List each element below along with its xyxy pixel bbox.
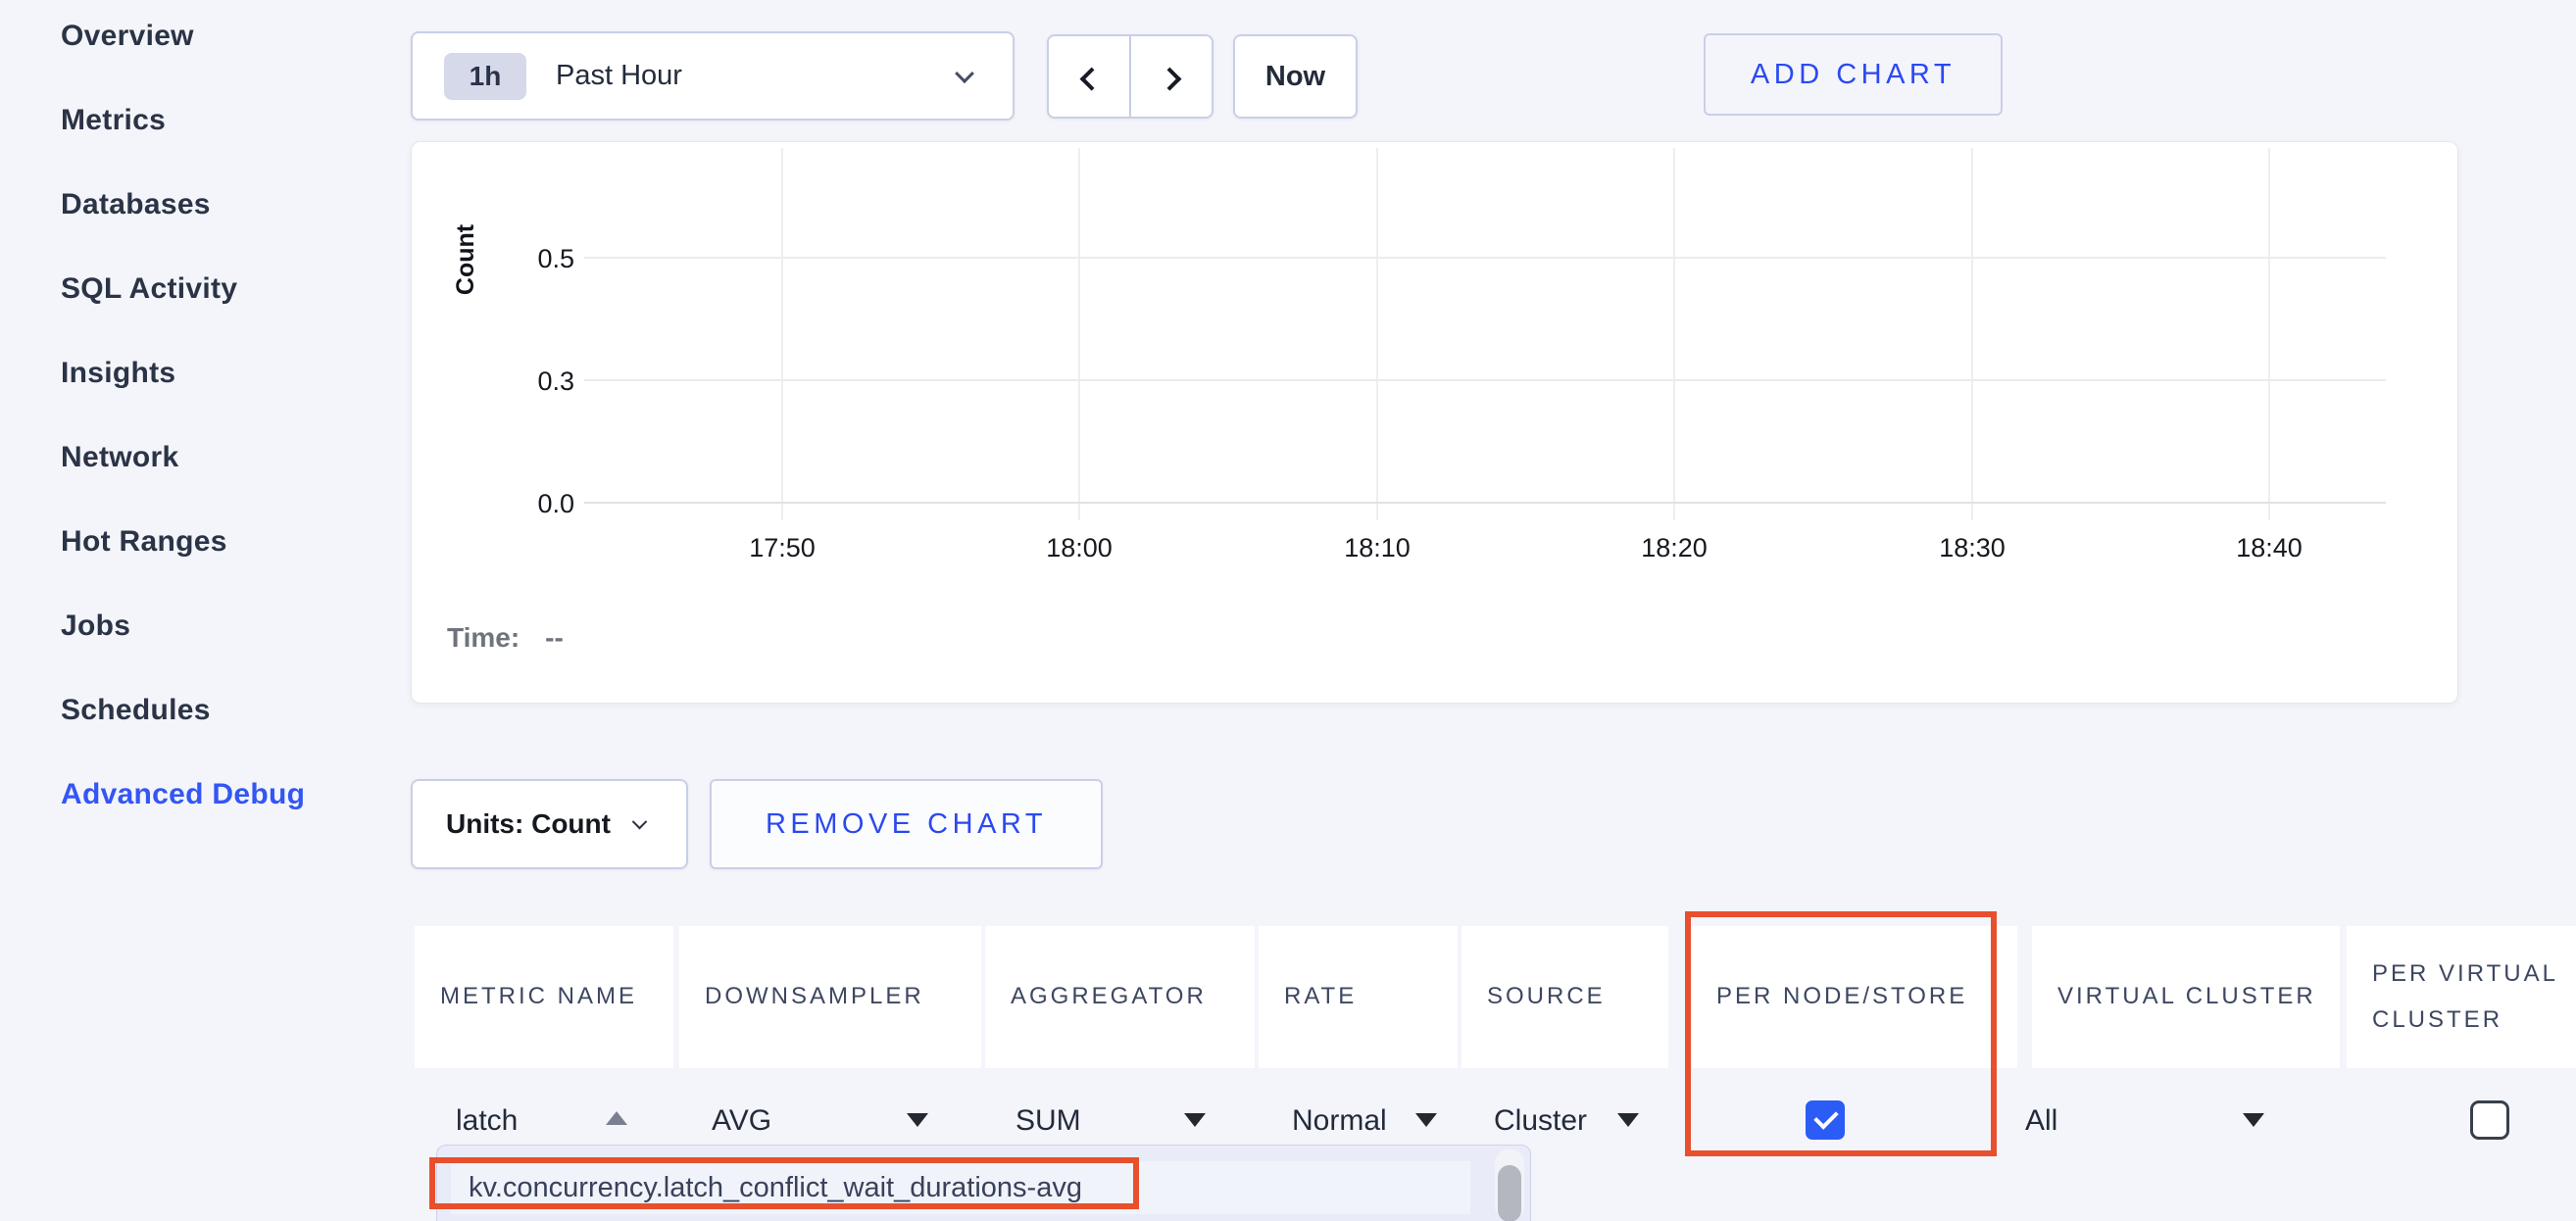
metric-chart-card: 17:50 18:00 18:10 18:20 18:30 18:40 0.5 0.3 0.0 C… <box>411 141 2458 704</box>
sidebar-item-jobs[interactable]: Jobs <box>0 584 402 668</box>
metric-name-collapse-icon[interactable] <box>606 1111 627 1125</box>
chart-time-readout: Time: -- <box>447 622 564 654</box>
units-select-label: Units: Count <box>446 808 611 840</box>
column-header-aggregator: AGGREGATOR <box>985 926 1255 1068</box>
time-range-badge: 1h <box>444 53 526 100</box>
previous-window-button[interactable] <box>1047 34 1130 119</box>
custom-chart-page: OverviewMetricsDatabasesSQL ActivityInsi… <box>0 0 2576 1221</box>
chart-time-value: -- <box>545 622 564 654</box>
x-tick-label: 18:20 <box>1641 533 1708 562</box>
column-header-per-virtual-cluster: PER VIRTUAL CLUSTER <box>2347 926 2576 1068</box>
units-select[interactable]: Units: Count <box>411 779 688 869</box>
chevron-right-icon <box>1158 67 1181 90</box>
column-header-metric-name: METRIC NAME <box>415 926 673 1068</box>
rate-select[interactable]: Normal <box>1292 1101 1387 1141</box>
aggregator-select-arrow-icon[interactable] <box>1184 1113 1206 1127</box>
sidebar-item-schedules[interactable]: Schedules <box>0 668 402 753</box>
source-select[interactable]: Cluster <box>1494 1101 1587 1141</box>
now-button[interactable]: Now <box>1233 34 1358 119</box>
remove-chart-button[interactable]: REMOVE CHART <box>710 779 1103 869</box>
metric-chart: 17:50 18:00 18:10 18:20 18:30 18:40 0.5 0.3 0.0 C… <box>412 142 2459 705</box>
x-tick-label: 18:40 <box>2236 533 2303 562</box>
x-tick-label: 18:10 <box>1344 533 1411 562</box>
aggregator-select[interactable]: SUM <box>1016 1101 1081 1141</box>
chevron-down-icon <box>955 64 974 83</box>
chart-time-label: Time: <box>447 622 520 654</box>
y-tick-label: 0.5 <box>537 244 574 273</box>
dropdown-scrollbar-thumb[interactable] <box>1498 1165 1521 1221</box>
virtual-cluster-select[interactable]: All <box>2025 1101 2057 1141</box>
column-header-per-node-store: PER NODE/STORE <box>1691 926 2017 1068</box>
column-header-source: SOURCE <box>1461 926 1668 1068</box>
column-header-virtual-cluster: VIRTUAL CLUSTER <box>2032 926 2340 1068</box>
chevron-left-icon <box>1079 67 1103 90</box>
x-tick-label: 18:30 <box>1939 533 2006 562</box>
sidebar-item-network[interactable]: Network <box>0 415 402 500</box>
next-window-button[interactable] <box>1130 34 1214 119</box>
add-chart-button[interactable]: ADD CHART <box>1704 33 2003 116</box>
sidebar-item-advanced-debug[interactable]: Advanced Debug <box>0 753 402 837</box>
per-virtual-cluster-checkbox[interactable] <box>2470 1100 2509 1140</box>
y-tick-label: 0.3 <box>537 366 574 396</box>
metric-name-input[interactable]: latch <box>456 1101 518 1141</box>
metric-suggestion-item[interactable]: kv.concurrency.latch_conflict_wait_durat… <box>451 1161 1470 1214</box>
y-tick-label: 0.0 <box>537 489 574 518</box>
sidebar-item-metrics[interactable]: Metrics <box>0 78 402 163</box>
downsampler-select-arrow-icon[interactable] <box>907 1113 928 1127</box>
time-range-label: Past Hour <box>556 60 682 92</box>
x-tick-label: 17:50 <box>749 533 816 562</box>
metric-suggestions-dropdown: kv.concurrency.latch_conflict_wait_durat… <box>436 1145 1531 1221</box>
y-axis-label: Count <box>452 223 479 295</box>
x-tick-label: 18:00 <box>1046 533 1113 562</box>
chevron-down-icon <box>632 813 648 829</box>
per-node-store-checkbox[interactable] <box>1806 1100 1845 1140</box>
sidebar-nav: OverviewMetricsDatabasesSQL ActivityInsi… <box>0 0 402 837</box>
downsampler-select[interactable]: AVG <box>712 1101 771 1141</box>
sidebar-item-insights[interactable]: Insights <box>0 331 402 415</box>
time-window-nav <box>1047 34 1214 119</box>
sidebar-list: OverviewMetricsDatabasesSQL ActivityInsi… <box>0 0 402 837</box>
time-range-picker[interactable]: 1h Past Hour <box>411 31 1015 121</box>
column-header-rate: RATE <box>1259 926 1458 1068</box>
sidebar-item-databases[interactable]: Databases <box>0 163 402 247</box>
rate-select-arrow-icon[interactable] <box>1415 1113 1437 1127</box>
sidebar-item-sql-activity[interactable]: SQL Activity <box>0 247 402 331</box>
source-select-arrow-icon[interactable] <box>1617 1113 1639 1127</box>
sidebar-item-overview[interactable]: Overview <box>0 0 402 78</box>
sidebar-item-hot-ranges[interactable]: Hot Ranges <box>0 500 402 584</box>
column-header-downsampler: DOWNSAMPLER <box>679 926 981 1068</box>
virtual-cluster-select-arrow-icon[interactable] <box>2243 1113 2264 1127</box>
